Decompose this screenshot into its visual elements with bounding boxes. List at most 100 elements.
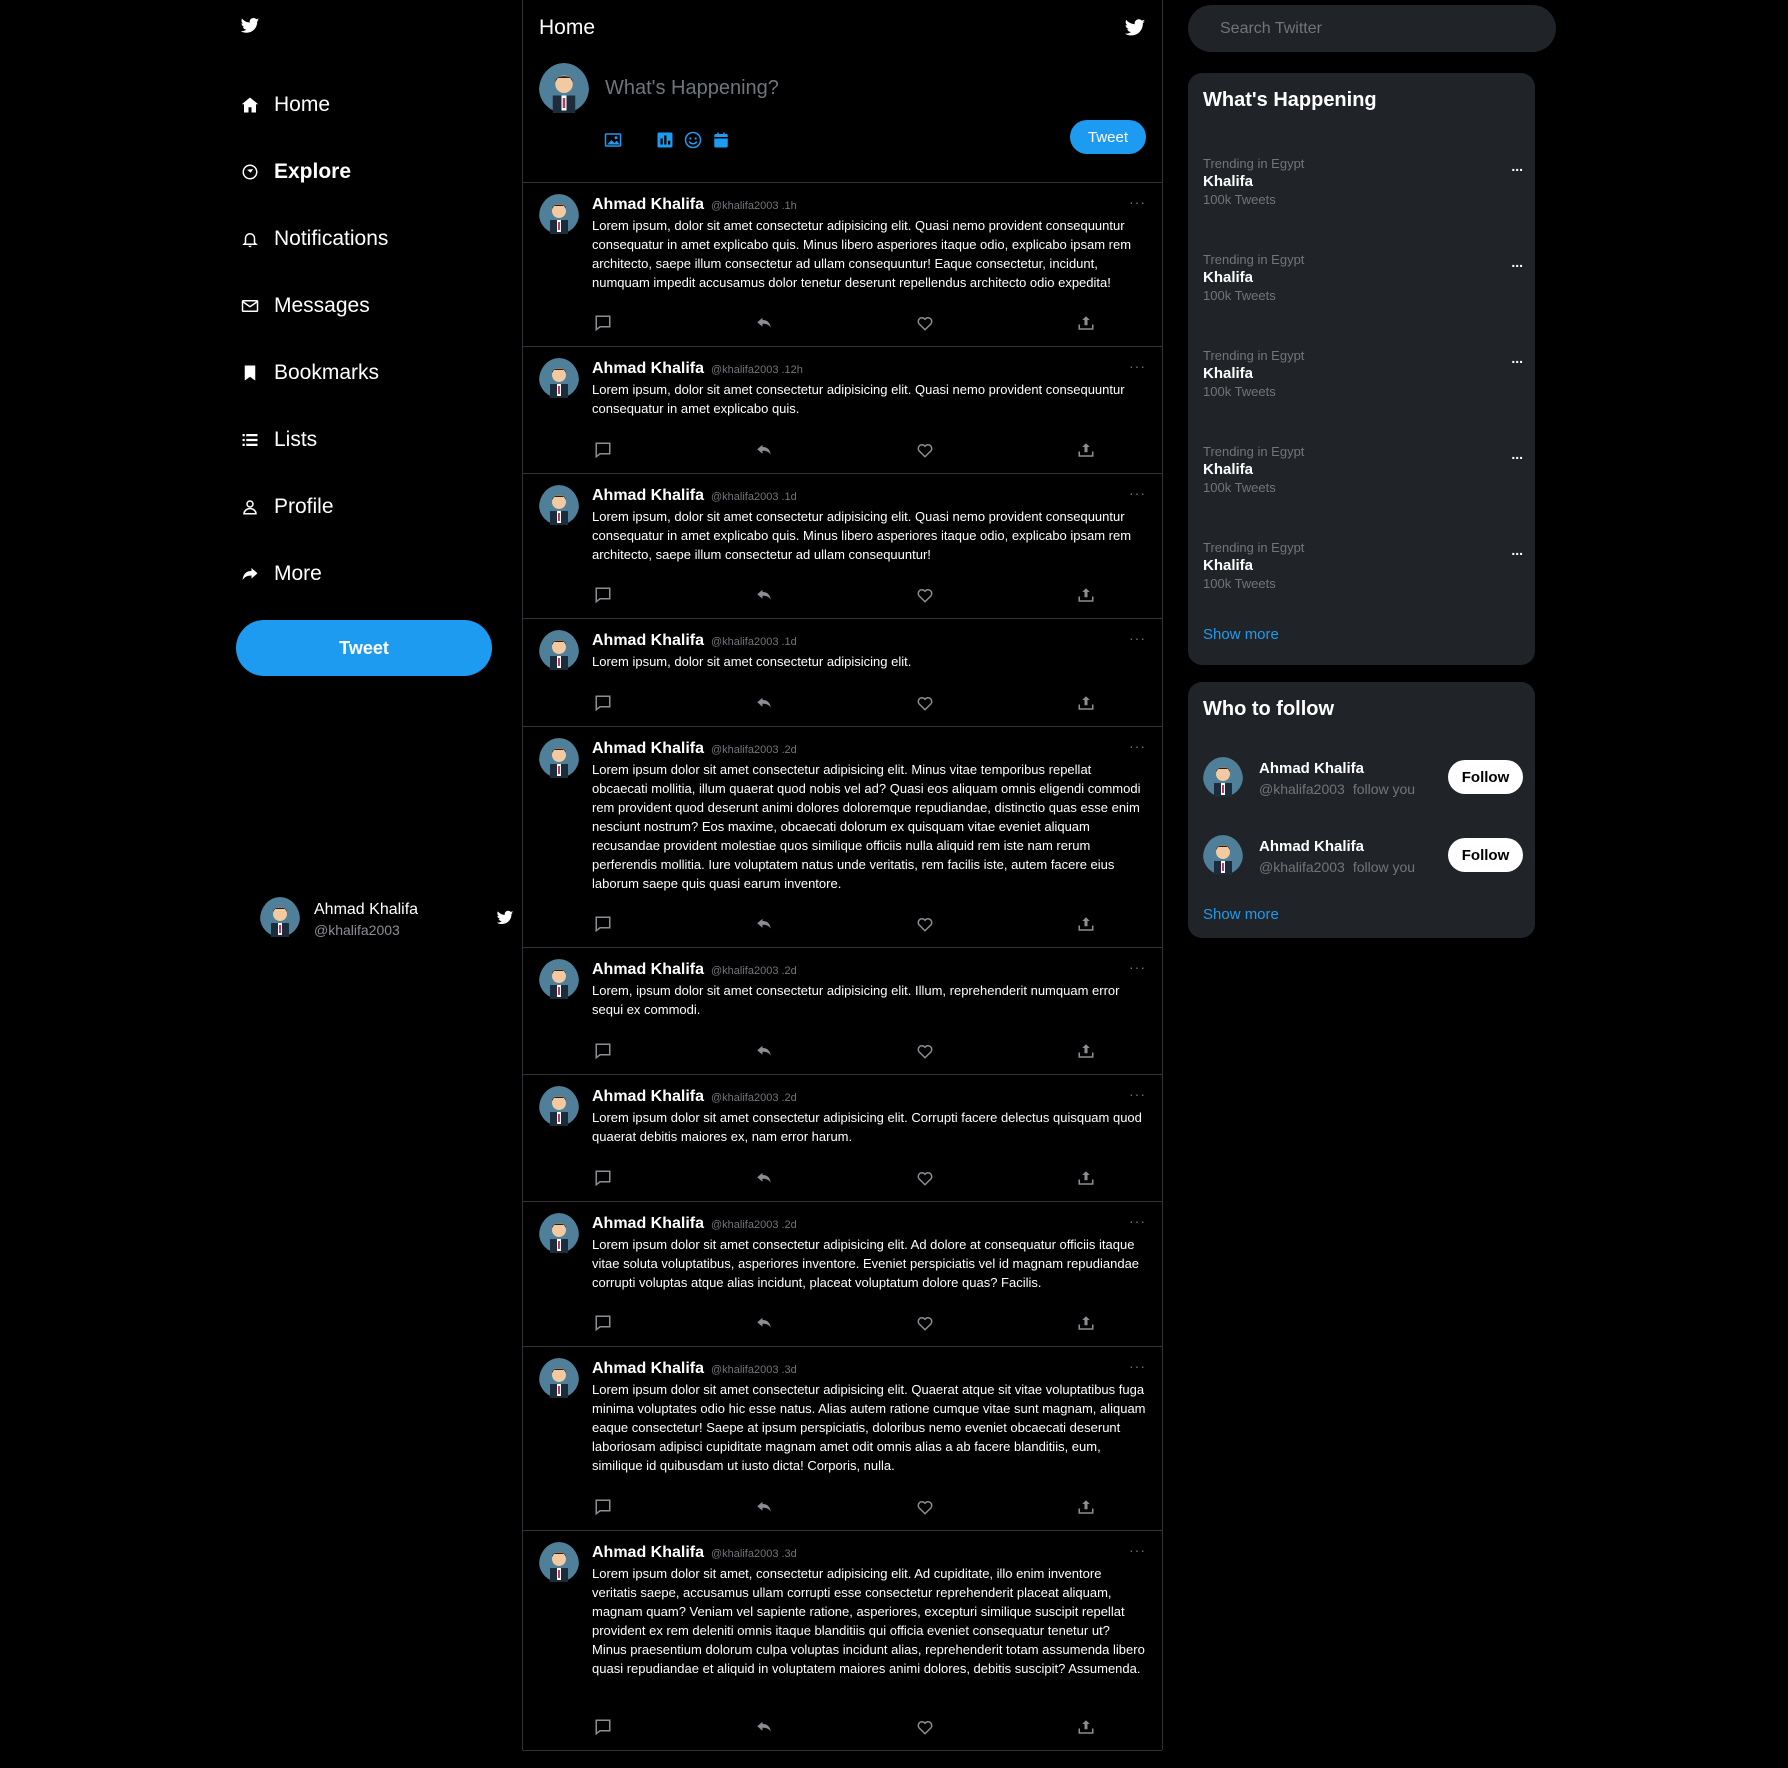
more-options-icon[interactable]: ... <box>1511 254 1523 270</box>
more-options-icon[interactable]: ··· <box>1129 959 1146 975</box>
comment-icon[interactable] <box>592 1496 614 1518</box>
avatar[interactable] <box>539 1358 579 1403</box>
more-options-icon[interactable]: ··· <box>1129 630 1146 646</box>
avatar[interactable] <box>539 1542 579 1587</box>
avatar[interactable] <box>539 485 579 530</box>
follow-button[interactable]: Follow <box>1448 838 1523 872</box>
show-more-link[interactable]: Show more <box>1203 906 1279 923</box>
trend-item[interactable]: Trending in Egypt Khalifa 100k Tweets... <box>1203 156 1523 212</box>
like-icon[interactable] <box>914 1040 936 1062</box>
tweet[interactable]: Ahmad Khalifa @khalifa2003 .2d ··· Lorem ip… <box>523 1074 1162 1202</box>
more-options-icon[interactable]: ··· <box>1129 1542 1146 1558</box>
share-icon[interactable] <box>1075 1312 1097 1334</box>
trend-item[interactable]: Trending in Egypt Khalifa 100k Tweets... <box>1203 348 1523 404</box>
tweet[interactable]: Ahmad Khalifa @khalifa2003 .12h ··· Lorem i… <box>523 346 1162 474</box>
retweet-icon[interactable] <box>753 1040 775 1062</box>
tweet-author[interactable]: Ahmad Khalifa <box>592 961 704 979</box>
comment-icon[interactable] <box>592 439 614 461</box>
tweet-author[interactable]: Ahmad Khalifa <box>592 1088 704 1106</box>
comment-icon[interactable] <box>592 692 614 714</box>
search-input[interactable] <box>1218 19 1522 39</box>
trend-item[interactable]: Trending in Egypt Khalifa 100k Tweets... <box>1203 252 1523 308</box>
nav-item-profile[interactable]: Profile <box>240 473 388 540</box>
like-icon[interactable] <box>914 1167 936 1189</box>
avatar[interactable] <box>1203 757 1243 802</box>
nav-item-lists[interactable]: Lists <box>240 406 388 473</box>
compose-tweet-button[interactable]: Tweet <box>1070 120 1146 154</box>
more-options-icon[interactable]: ··· <box>1129 1213 1146 1229</box>
comment-icon[interactable] <box>592 584 614 606</box>
nav-item-more[interactable]: More <box>240 540 388 607</box>
retweet-icon[interactable] <box>753 692 775 714</box>
avatar[interactable] <box>539 630 579 675</box>
twitter-logo-icon[interactable] <box>240 16 260 36</box>
share-icon[interactable] <box>1075 1040 1097 1062</box>
tweet-author[interactable]: Ahmad Khalifa <box>592 1544 704 1562</box>
like-icon[interactable] <box>914 1312 936 1334</box>
tweet-author[interactable]: Ahmad Khalifa <box>592 196 704 214</box>
more-options-icon[interactable]: ··· <box>1129 738 1146 754</box>
share-icon[interactable] <box>1075 913 1097 935</box>
nav-item-bookmarks[interactable]: Bookmarks <box>240 339 388 406</box>
suggestion-name[interactable]: Ahmad Khalifa <box>1259 838 1364 855</box>
like-icon[interactable] <box>914 913 936 935</box>
sidebar-tweet-button[interactable]: Tweet <box>236 620 492 676</box>
tweet[interactable]: Ahmad Khalifa @khalifa2003 .2d ··· Lorem, i… <box>523 947 1162 1075</box>
retweet-icon[interactable] <box>753 1716 775 1738</box>
tweet[interactable]: Ahmad Khalifa @khalifa2003 .3d ··· Lorem ip… <box>523 1530 1162 1751</box>
calendar-icon[interactable] <box>711 130 731 150</box>
more-options-icon[interactable]: ··· <box>1129 485 1146 501</box>
trend-item[interactable]: Trending in Egypt Khalifa 100k Tweets... <box>1203 540 1523 596</box>
twitter-logo-icon[interactable] <box>1124 17 1146 39</box>
show-more-link[interactable]: Show more <box>1203 626 1279 643</box>
nav-item-notifications[interactable]: Notifications <box>240 205 388 272</box>
share-icon[interactable] <box>1075 439 1097 461</box>
tweet[interactable]: Ahmad Khalifa @khalifa2003 .1d ··· Lorem ip… <box>523 473 1162 619</box>
suggestion-name[interactable]: Ahmad Khalifa <box>1259 760 1364 777</box>
retweet-icon[interactable] <box>753 439 775 461</box>
more-options-icon[interactable]: ··· <box>1129 358 1146 374</box>
more-options-icon[interactable]: ··· <box>1129 1086 1146 1102</box>
share-icon[interactable] <box>1075 584 1097 606</box>
retweet-icon[interactable] <box>753 1496 775 1518</box>
retweet-icon[interactable] <box>753 584 775 606</box>
avatar[interactable] <box>539 738 579 783</box>
like-icon[interactable] <box>914 312 936 334</box>
share-icon[interactable] <box>1075 1496 1097 1518</box>
account-switcher[interactable]: Ahmad Khalifa @khalifa2003 <box>260 896 514 941</box>
tweet[interactable]: Ahmad Khalifa @khalifa2003 .1h ··· Lorem ip… <box>523 182 1162 347</box>
avatar[interactable] <box>539 959 579 1004</box>
poll-icon[interactable] <box>655 130 675 150</box>
retweet-icon[interactable] <box>753 1167 775 1189</box>
comment-icon[interactable] <box>592 1167 614 1189</box>
like-icon[interactable] <box>914 584 936 606</box>
tweet-author[interactable]: Ahmad Khalifa <box>592 632 704 650</box>
avatar[interactable] <box>539 1086 579 1131</box>
comment-icon[interactable] <box>592 1040 614 1062</box>
retweet-icon[interactable] <box>753 312 775 334</box>
like-icon[interactable] <box>914 1716 936 1738</box>
retweet-icon[interactable] <box>753 1312 775 1334</box>
tweet[interactable]: Ahmad Khalifa @khalifa2003 .2d ··· Lorem ip… <box>523 1201 1162 1347</box>
more-options-icon[interactable]: ··· <box>1129 1358 1146 1374</box>
share-icon[interactable] <box>1075 1167 1097 1189</box>
like-icon[interactable] <box>914 1496 936 1518</box>
tweet[interactable]: Ahmad Khalifa @khalifa2003 .1d ··· Lorem ip… <box>523 618 1162 727</box>
tweet-author[interactable]: Ahmad Khalifa <box>592 740 704 758</box>
tweet-author[interactable]: Ahmad Khalifa <box>592 1360 704 1378</box>
share-icon[interactable] <box>1075 692 1097 714</box>
share-icon[interactable] <box>1075 1716 1097 1738</box>
emoji-icon[interactable] <box>683 130 703 150</box>
follow-button[interactable]: Follow <box>1448 760 1523 794</box>
avatar[interactable] <box>539 194 579 239</box>
comment-icon[interactable] <box>592 1716 614 1738</box>
more-options-icon[interactable]: ... <box>1511 350 1523 366</box>
more-options-icon[interactable]: ... <box>1511 446 1523 462</box>
more-options-icon[interactable]: ... <box>1511 158 1523 174</box>
share-icon[interactable] <box>1075 312 1097 334</box>
nav-item-explore[interactable]: Explore <box>240 138 388 205</box>
comment-icon[interactable] <box>592 312 614 334</box>
like-icon[interactable] <box>914 439 936 461</box>
more-options-icon[interactable]: ... <box>1511 542 1523 558</box>
trend-item[interactable]: Trending in Egypt Khalifa 100k Tweets... <box>1203 444 1523 500</box>
